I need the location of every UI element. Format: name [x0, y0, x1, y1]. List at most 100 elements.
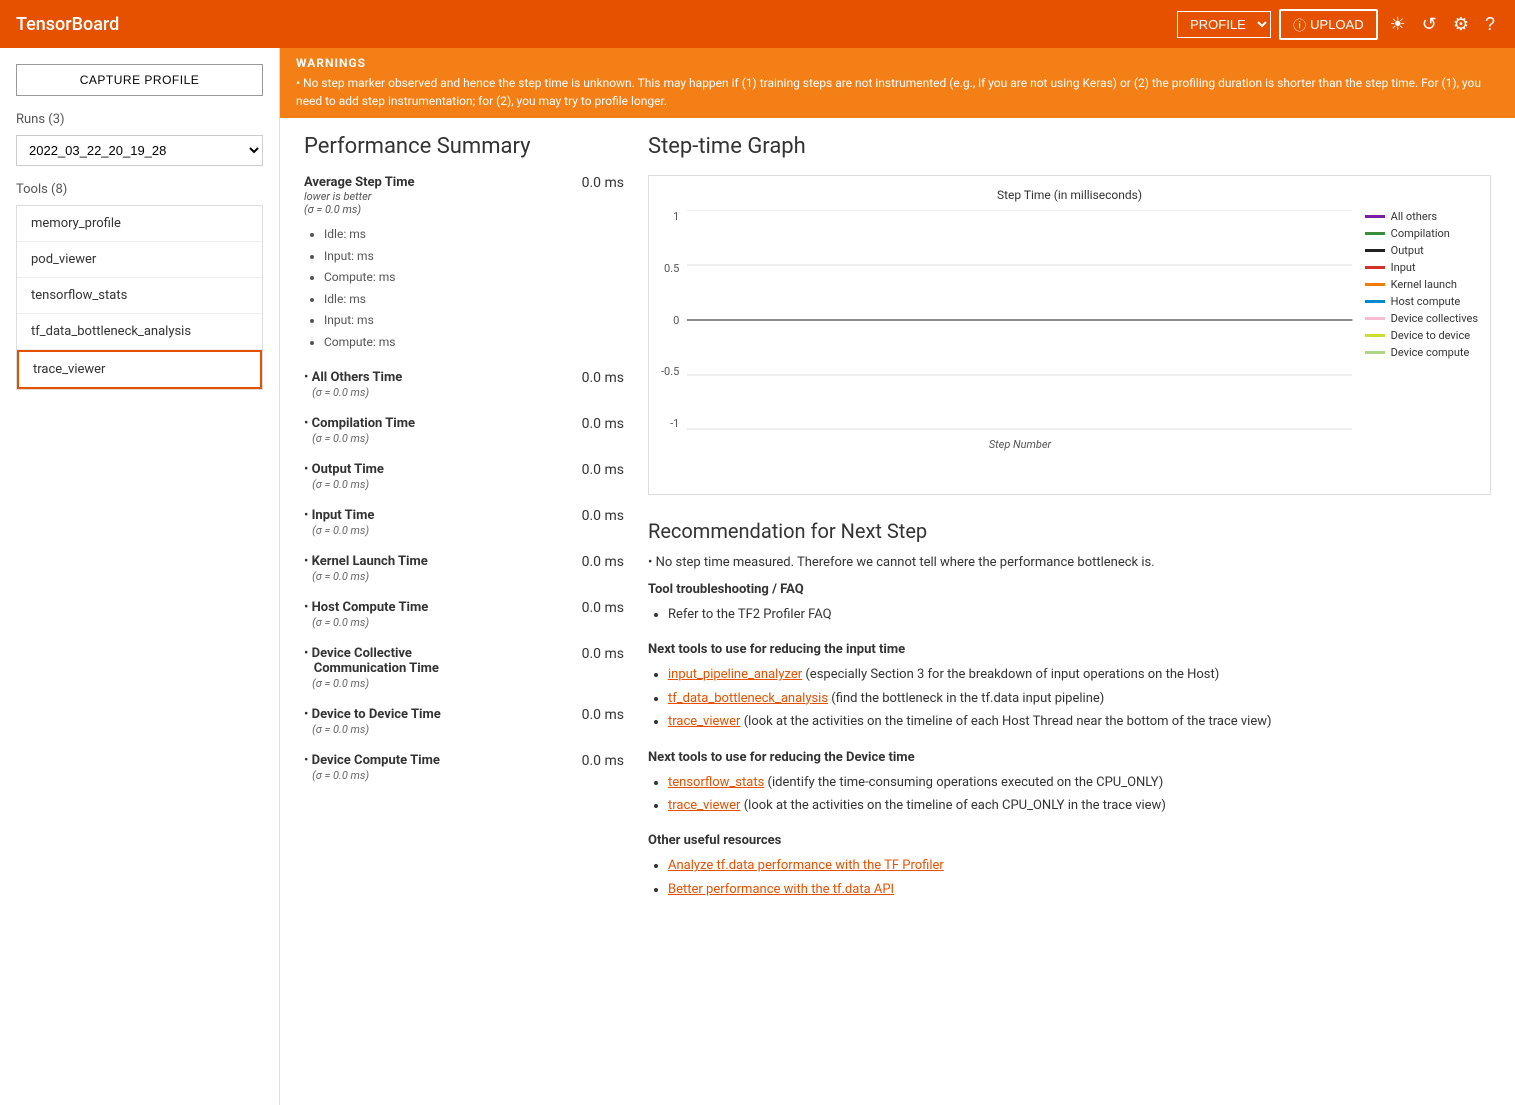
sidebar-item-pod-viewer[interactable]: pod_viewer [17, 242, 262, 278]
metric-name: Kernel Launch Time [312, 554, 428, 569]
performance-summary-col: Performance Summary Average Step Time lo… [304, 134, 624, 917]
metric-device-compute: • Device Compute Time (σ = 0.0 ms) 0.0 m… [304, 753, 624, 783]
sidebar-item-trace-viewer[interactable]: trace_viewer [17, 350, 262, 389]
metric-value: 0.0 ms [582, 646, 624, 662]
bullet: • [304, 753, 312, 768]
app-title: TensorBoard [16, 14, 119, 35]
profile-select[interactable]: PROFILE [1177, 11, 1271, 38]
link-trace-viewer-device[interactable]: trace_viewer [668, 798, 740, 813]
rec-next-input-list: input_pipeline_analyzer (especially Sect… [668, 663, 1491, 733]
avg-step-lower: lower is better [304, 190, 415, 203]
capture-profile-button[interactable]: CAPTURE PROFILE [16, 64, 263, 96]
bullet: • [304, 370, 312, 385]
warning-bullet: • [296, 76, 303, 90]
list-item: tensorflow_stats (identify the time-cons… [668, 771, 1491, 794]
avg-step-sub-items: Idle: ms Input: ms Compute: ms Idle: ms … [324, 224, 624, 354]
legend-color-device-compute [1365, 351, 1385, 354]
warnings-title: WARNINGS [296, 56, 1499, 70]
rec-other-list: Analyze tf.data performance with the TF … [668, 854, 1491, 901]
legend-label-input: Input [1391, 261, 1416, 274]
legend-label-d2d: Device to device [1391, 329, 1470, 342]
list-item: trace_viewer (look at the activities on … [668, 794, 1491, 817]
legend-color-input [1365, 266, 1385, 269]
metric-value: 0.0 ms [582, 462, 624, 478]
sidebar-item-tensorflow-stats[interactable]: tensorflow_stats [17, 278, 262, 314]
header: TensorBoard PROFILE ⓘ UPLOAD ☀ ↺ ⚙ ? [0, 0, 1515, 48]
rec-next-device-list: tensorflow_stats (identify the time-cons… [668, 771, 1491, 818]
metric-name: Output Time [312, 462, 384, 477]
metric-sub: (σ = 0.0 ms) [304, 677, 369, 690]
metric-sub: (σ = 0.0 ms) [304, 570, 369, 583]
metric-value: 0.0 ms [582, 370, 624, 386]
runs-select[interactable]: 2022_03_22_20_19_28 [16, 135, 263, 166]
bullet: • [648, 555, 656, 570]
rec-next-device: Next tools to use for reducing the Devic… [648, 750, 1491, 818]
metric-sub: (σ = 0.0 ms) [304, 478, 369, 491]
metric-name: All Others Time [312, 370, 403, 385]
rec-tool-faq-label: Tool troubleshooting / FAQ [648, 582, 1491, 597]
tools-list: memory_profile pod_viewer tensorflow_sta… [16, 205, 263, 390]
graph-y-axis: 1 0.5 0 -0.5 -1 [661, 210, 687, 430]
rec-tool-faq: Tool troubleshooting / FAQ Refer to the … [648, 582, 1491, 626]
rec-other-resources: Other useful resources Analyze tf.data p… [648, 833, 1491, 901]
graph-svg-area: Step Number [687, 210, 1352, 430]
recommendation-title: Recommendation for Next Step [648, 519, 1491, 543]
legend-input: Input [1365, 261, 1478, 274]
metric-name: Input Time [312, 508, 375, 523]
tools-section: Tools (8) memory_profile pod_viewer tens… [16, 182, 263, 390]
legend-label-compilation: Compilation [1391, 227, 1450, 240]
bullet: • [304, 416, 312, 431]
metric-value: 0.0 ms [582, 554, 624, 570]
metric-host-compute: • Host Compute Time (σ = 0.0 ms) 0.0 ms [304, 600, 624, 630]
avg-step-info: Average Step Time lower is better (σ = 0… [304, 175, 415, 216]
y-label-05: 0.5 [664, 262, 679, 275]
sidebar: CAPTURE PROFILE Runs (3) 2022_03_22_20_1… [0, 48, 280, 1105]
sidebar-item-tf-data-bottleneck[interactable]: tf_data_bottleneck_analysis [17, 314, 262, 350]
metric-all-others: • All Others Time (σ = 0.0 ms) 0.0 ms [304, 370, 624, 400]
tools-label: Tools (8) [16, 182, 263, 197]
settings-icon[interactable]: ⚙ [1449, 10, 1473, 39]
legend-color-d2d [1365, 334, 1385, 337]
graph-subtitle: Step Time (in milliseconds) [661, 188, 1478, 202]
metric-value: 0.0 ms [582, 416, 624, 432]
link-tf-data-bottleneck[interactable]: tf_data_bottleneck_analysis [668, 691, 828, 706]
sidebar-item-memory-profile[interactable]: memory_profile [17, 206, 262, 242]
right-col: Step-time Graph Step Time (in millisecon… [648, 134, 1491, 917]
link-better-performance[interactable]: Better performance with the tf.data API [668, 882, 894, 897]
metric-name: Device Collective Communication Time [304, 646, 439, 676]
upload-button[interactable]: ⓘ UPLOAD [1279, 9, 1377, 40]
help-icon[interactable]: ? [1481, 10, 1499, 39]
graph-x-label: Step Number [687, 438, 1352, 451]
y-label-1: 1 [673, 210, 679, 223]
metric-kernel-launch: • Kernel Launch Time (σ = 0.0 ms) 0.0 ms [304, 554, 624, 584]
legend-color-output [1365, 249, 1385, 252]
link-trace-viewer-input[interactable]: trace_viewer [668, 714, 740, 729]
metric-value: 0.0 ms [582, 508, 624, 524]
metric-sub: (σ = 0.0 ms) [304, 723, 369, 736]
list-item: Input: ms [324, 246, 624, 268]
avg-step-header: Average Step Time lower is better (σ = 0… [304, 175, 624, 216]
legend-host-compute: Host compute [1365, 295, 1478, 308]
warnings-message: No step marker observed and hence the st… [296, 76, 1481, 108]
metric-name: Host Compute Time [312, 600, 429, 615]
legend-label-kernel: Kernel launch [1391, 278, 1457, 291]
metric-name: Device to Device Time [312, 707, 441, 722]
recommendation-section: Recommendation for Next Step • No step t… [648, 519, 1491, 901]
metric-output: • Output Time (σ = 0.0 ms) 0.0 ms [304, 462, 624, 492]
graph-svg [687, 210, 1352, 430]
metric-input: • Input Time (σ = 0.0 ms) 0.0 ms [304, 508, 624, 538]
avg-step-sigma: (σ = 0.0 ms) [304, 203, 415, 216]
rec-other-label: Other useful resources [648, 833, 1491, 848]
link-tensorflow-stats[interactable]: tensorflow_stats [668, 775, 764, 790]
refresh-icon[interactable]: ↺ [1418, 10, 1441, 39]
avg-step-value: 0.0 ms [582, 175, 624, 191]
metric-value: 0.0 ms [582, 707, 624, 723]
metric-compilation: • Compilation Time (σ = 0.0 ms) 0.0 ms [304, 416, 624, 446]
brightness-icon[interactable]: ☀ [1386, 10, 1410, 39]
link-analyze-tfdata[interactable]: Analyze tf.data performance with the TF … [668, 858, 944, 873]
metric-sub: (σ = 0.0 ms) [304, 524, 369, 537]
graph-body: 1 0.5 0 -0.5 -1 [661, 210, 1478, 430]
link-input-pipeline[interactable]: input_pipeline_analyzer [668, 667, 802, 682]
runs-label: Runs (3) [16, 112, 263, 127]
main-layout: CAPTURE PROFILE Runs (3) 2022_03_22_20_1… [0, 48, 1515, 1105]
